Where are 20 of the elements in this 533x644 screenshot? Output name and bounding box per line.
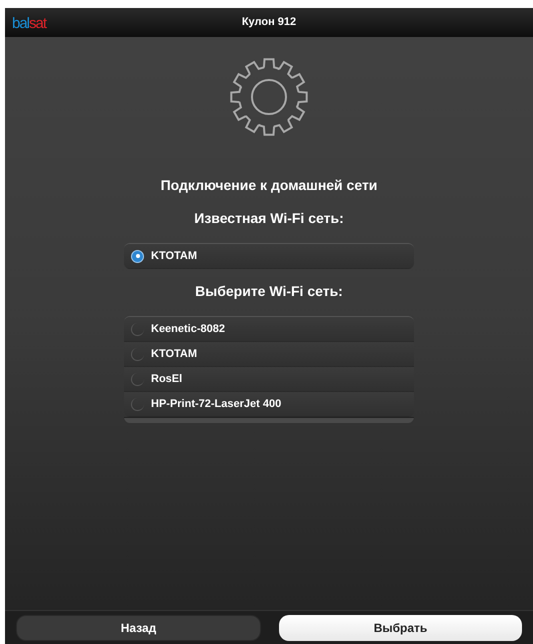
section-heading: Подключение к домашней сети [160,176,378,195]
radio-button[interactable] [131,250,144,262]
network-item[interactable]: KTOTAM [124,244,414,269]
network-name: HP-Print-72-LaserJet 400 [151,396,282,412]
logo-part: sat [29,15,46,32]
network-item[interactable]: RosEl [124,367,414,392]
section-title: Известная Wi-Fi сеть: [194,209,344,228]
window-title: Кулон 912 [242,15,296,30]
network-item[interactable]: Keenetic-8082 [124,317,414,342]
network-item[interactable]: KTOTAM [124,342,414,367]
network-name: RosEl [151,372,182,387]
network-name: KTOTAM [151,346,198,362]
section-title: Выберите Wi-Fi сеть: [195,282,343,301]
network-name: KTOTAM [151,248,198,264]
select-button[interactable]: Выбрать [279,614,522,640]
gear-icon [228,56,310,138]
network-item[interactable]: HP-Print-72-LaserJet 400 [124,392,414,417]
back-button[interactable]: Назад [16,614,261,640]
network-name: Keenetic-8082 [151,322,225,337]
logo-part: bal [12,15,30,32]
